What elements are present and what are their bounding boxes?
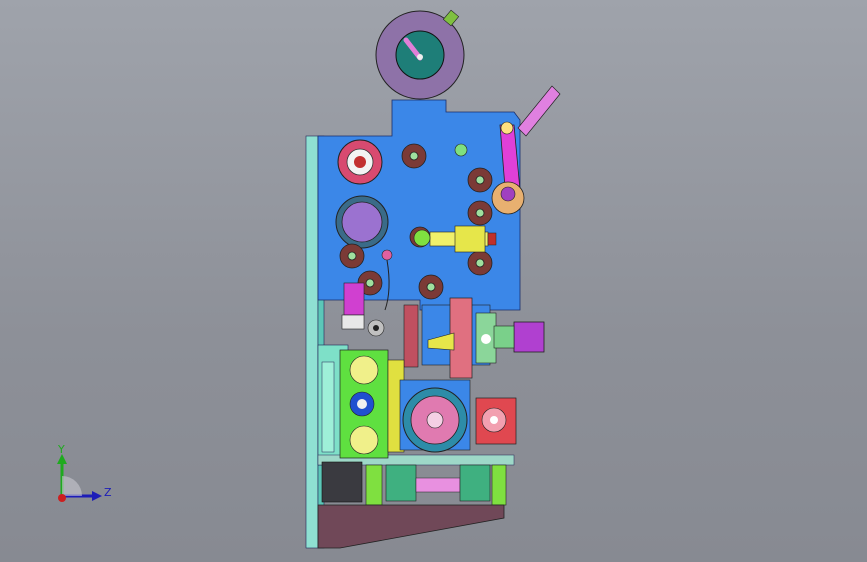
magenta-block xyxy=(343,282,365,316)
x-axis-wedge xyxy=(62,476,82,496)
z-axis-label: Z xyxy=(104,486,112,499)
y-axis-label: Y xyxy=(58,443,65,456)
cad-viewport[interactable]: Y Z xyxy=(0,0,867,562)
z-axis-arrow xyxy=(92,491,102,501)
machine-assembly-model[interactable] xyxy=(0,0,867,562)
bottom-drive-left xyxy=(321,461,363,503)
vertical-rack xyxy=(403,304,419,368)
purple-motor xyxy=(513,321,545,353)
left-frame-strip xyxy=(305,135,319,549)
origin-dot xyxy=(58,494,66,502)
axis-triad xyxy=(57,454,102,502)
base-plate xyxy=(317,504,505,549)
